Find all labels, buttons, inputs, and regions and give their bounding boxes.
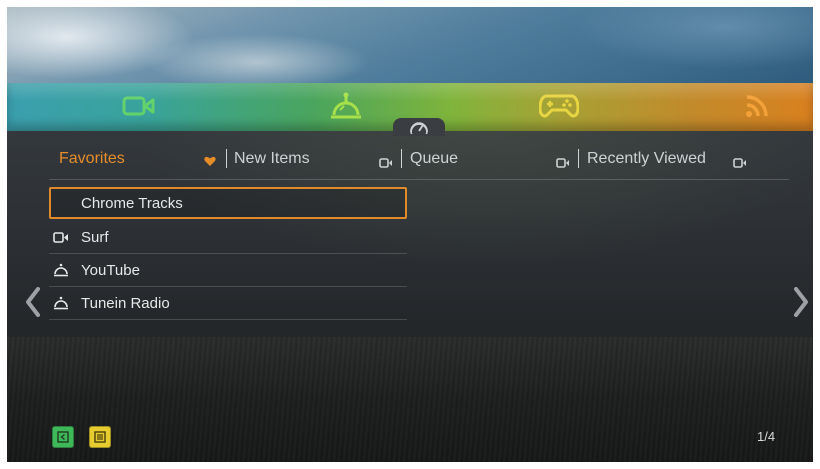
separator <box>578 149 579 168</box>
heart-icon <box>204 154 216 172</box>
list-item[interactable]: Surf <box>49 221 407 254</box>
chevron-left-icon <box>26 287 40 317</box>
favorites-list: Chrome Tracks Surf YouTube Tunein Radio <box>49 187 407 320</box>
tv-screen: Favorites New Items Queue Recently Viewe… <box>7 7 813 462</box>
bell-icon <box>53 263 75 277</box>
grass-background <box>7 337 813 462</box>
bell-icon <box>53 296 75 310</box>
tab-recently-viewed[interactable]: Recently Viewed <box>587 150 706 168</box>
video-icon <box>379 155 393 173</box>
video-icon <box>733 155 747 173</box>
bell-icon <box>331 92 361 119</box>
gamepad-icon <box>539 94 579 118</box>
video-icon <box>53 231 75 243</box>
green-back-button[interactable] <box>52 426 74 448</box>
category-games[interactable] <box>539 91 579 121</box>
list-item-label: Chrome Tracks <box>81 194 183 212</box>
separator <box>226 149 227 168</box>
sub-navigation: Favorites New Items Queue Recently Viewe… <box>7 145 813 175</box>
list-item-selected[interactable]: Chrome Tracks <box>49 187 407 219</box>
list-item[interactable]: YouTube <box>49 254 407 287</box>
sky-background <box>7 7 813 83</box>
category-tab-notch[interactable] <box>393 118 445 136</box>
category-rss[interactable] <box>741 91 775 121</box>
rss-icon <box>746 95 768 117</box>
chevron-right-icon <box>794 287 808 317</box>
list-item-label: YouTube <box>81 261 140 279</box>
list-item[interactable]: Tunein Radio <box>49 287 407 320</box>
page-indicator: 1/4 <box>757 429 776 444</box>
tab-favorites[interactable]: Favorites <box>59 150 125 168</box>
speedometer-icon <box>410 122 428 134</box>
previous-page-arrow[interactable] <box>23 285 43 319</box>
separator <box>401 149 402 168</box>
video-icon <box>556 155 570 173</box>
yellow-menu-button[interactable] <box>89 426 111 448</box>
list-item-label: Surf <box>81 228 109 246</box>
menu-icon <box>94 431 106 443</box>
back-icon <box>57 431 69 443</box>
tab-new-items[interactable]: New Items <box>234 150 310 168</box>
subnav-divider <box>49 179 789 180</box>
category-services[interactable] <box>329 91 363 121</box>
list-item-label: Tunein Radio <box>81 294 170 312</box>
tab-queue[interactable]: Queue <box>410 150 458 168</box>
category-video[interactable] <box>122 91 156 121</box>
next-page-arrow[interactable] <box>791 285 811 319</box>
video-icon <box>122 96 155 116</box>
